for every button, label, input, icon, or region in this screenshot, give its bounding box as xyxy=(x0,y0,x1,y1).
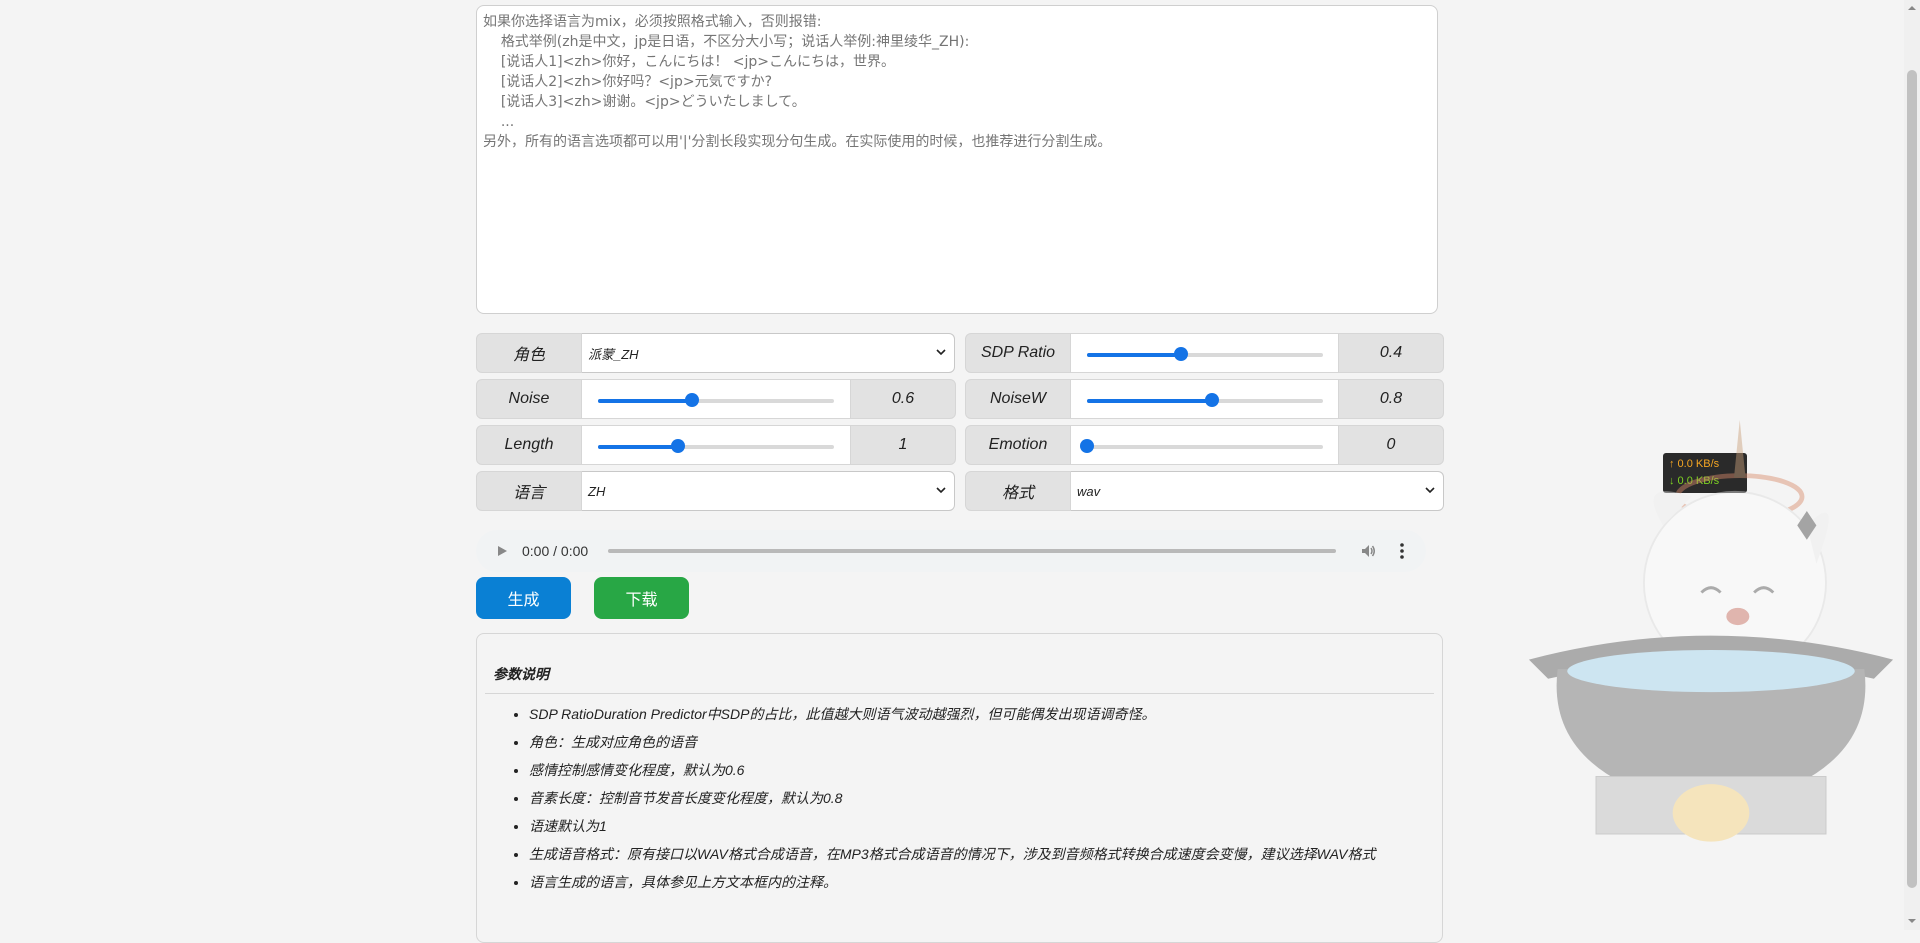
download-button[interactable]: 下载 xyxy=(594,577,689,619)
length-slider-cell xyxy=(582,425,850,465)
noisew-slider[interactable] xyxy=(1087,393,1323,407)
emotion-label: Emotion xyxy=(965,425,1071,465)
language-label: 语言 xyxy=(476,471,582,511)
parameter-list: SDP RatioDuration Predictor中SDP的占比，此值越大则… xyxy=(511,700,1376,896)
speaker-select[interactable]: 派蒙_ZH xyxy=(582,333,955,373)
sdp-ratio-slider-thumb[interactable] xyxy=(1174,347,1189,361)
sdp-ratio-value[interactable]: 0.4 xyxy=(1338,333,1444,373)
format-label: 格式 xyxy=(965,471,1071,511)
emotion-slider-cell xyxy=(1071,425,1338,465)
play-icon[interactable] xyxy=(496,545,508,557)
sdp-ratio-row: SDP Ratio 0.4 xyxy=(965,333,1445,373)
text-input[interactable] xyxy=(476,5,1438,314)
noise-label: Noise xyxy=(476,379,582,419)
length-slider[interactable] xyxy=(598,439,834,453)
chevron-down-icon xyxy=(936,487,946,494)
sdp-ratio-slider[interactable] xyxy=(1087,347,1323,361)
length-label: Length xyxy=(476,425,582,465)
volume-icon[interactable] xyxy=(1360,543,1376,559)
more-options-icon[interactable] xyxy=(1400,543,1404,559)
noise-slider-thumb[interactable] xyxy=(685,393,700,407)
audio-progress[interactable] xyxy=(608,549,1336,553)
list-item: 音素长度：控制音节发音长度变化程度，默认为0.8 xyxy=(529,784,1376,812)
emotion-slider-thumb[interactable] xyxy=(1080,439,1094,453)
sdp-ratio-label: SDP Ratio xyxy=(965,333,1071,373)
scroll-up-icon[interactable] xyxy=(1907,3,1917,13)
audio-player: 0:00 / 0:00 xyxy=(476,530,1426,572)
format-row: 格式 wav xyxy=(965,471,1445,511)
language-select[interactable]: ZH xyxy=(582,471,955,511)
emotion-value[interactable]: 0 xyxy=(1338,425,1444,465)
page-scrollbar[interactable] xyxy=(1904,0,1920,930)
noisew-label: NoiseW xyxy=(965,379,1071,419)
list-item: SDP RatioDuration Predictor中SDP的占比，此值越大则… xyxy=(529,700,1376,728)
language-value: ZH xyxy=(588,483,606,499)
list-item: 语言生成的语言，具体参见上方文本框内的注释。 xyxy=(529,868,1376,896)
language-row: 语言 ZH xyxy=(476,471,956,511)
noisew-slider-thumb[interactable] xyxy=(1205,393,1220,407)
noisew-slider-cell xyxy=(1071,379,1338,419)
sdp-ratio-slider-cell xyxy=(1071,333,1338,373)
panel-divider xyxy=(485,693,1434,694)
emotion-row: Emotion 0 xyxy=(965,425,1445,465)
generate-button[interactable]: 生成 xyxy=(476,577,571,619)
noise-slider[interactable] xyxy=(598,393,834,407)
mascot-illustration xyxy=(1528,420,1894,842)
scroll-down-icon[interactable] xyxy=(1907,916,1917,926)
speaker-row: 角色 派蒙_ZH xyxy=(476,333,956,373)
chevron-down-icon xyxy=(936,349,946,356)
noise-row: Noise 0.6 xyxy=(476,379,956,419)
length-value[interactable]: 1 xyxy=(850,425,956,465)
length-row: Length 1 xyxy=(476,425,956,465)
emotion-slider[interactable] xyxy=(1080,439,1323,453)
audio-time: 0:00 / 0:00 xyxy=(522,543,589,559)
noise-value[interactable]: 0.6 xyxy=(850,379,956,419)
format-select[interactable]: wav xyxy=(1071,471,1444,511)
length-slider-thumb[interactable] xyxy=(671,439,686,453)
parameter-panel: 参数说明 SDP RatioDuration Predictor中SDP的占比，… xyxy=(476,633,1443,943)
format-value: wav xyxy=(1077,483,1101,499)
panel-title: 参数说明 xyxy=(493,666,549,682)
list-item: 语速默认为1 xyxy=(529,812,1376,840)
speaker-value: 派蒙_ZH xyxy=(588,346,639,362)
noisew-row: NoiseW 0.8 xyxy=(965,379,1445,419)
list-item: 生成语音格式：原有接口以WAV格式合成语音，在MP3格式合成语音的情况下，涉及到… xyxy=(529,840,1376,868)
list-item: 角色：生成对应角色的语音 xyxy=(529,728,1376,756)
noisew-value[interactable]: 0.8 xyxy=(1338,379,1444,419)
speaker-label: 角色 xyxy=(476,333,582,373)
chevron-down-icon xyxy=(1425,487,1435,494)
noise-slider-cell xyxy=(582,379,850,419)
list-item: 感情控制感情变化程度，默认为0.6 xyxy=(529,756,1376,784)
scrollbar-thumb[interactable] xyxy=(1907,70,1917,888)
